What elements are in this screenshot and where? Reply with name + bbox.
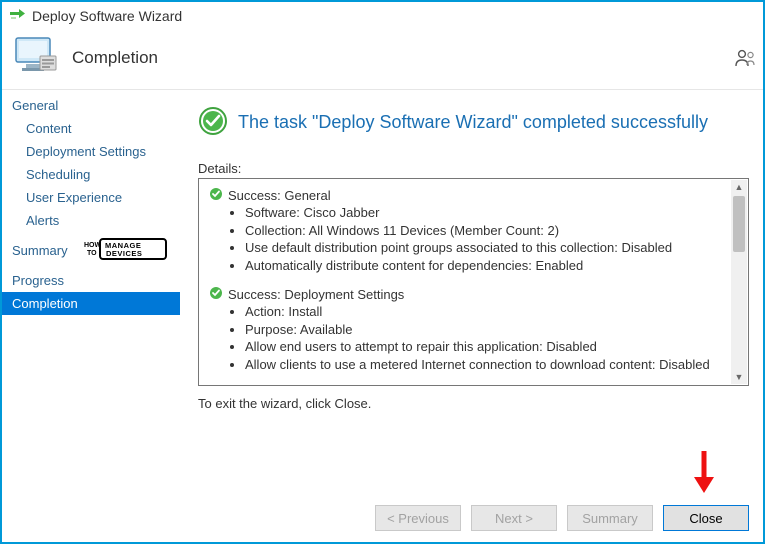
check-icon (209, 286, 223, 303)
detail-item: Allow end users to attempt to repair thi… (245, 338, 726, 356)
group-title: Success: General (228, 188, 331, 203)
sidebar-item-completion[interactable]: Completion (2, 292, 180, 315)
footer: < Previous Next > Summary Close (2, 500, 763, 542)
details-box: Success: General Software: Cisco Jabber … (198, 178, 749, 386)
window-title: Deploy Software Wizard (32, 8, 182, 24)
sidebar-item-alerts[interactable]: Alerts (2, 209, 180, 232)
main-panel: The task "Deploy Software Wizard" comple… (180, 90, 763, 494)
sidebar-item-user-experience[interactable]: User Experience (2, 186, 180, 209)
svg-text:HOW: HOW (84, 242, 102, 249)
sidebar: General Content Deployment Settings Sche… (2, 90, 180, 494)
detail-item: Use default distribution point groups as… (245, 239, 726, 257)
group-title: Success: Deployment Settings (228, 287, 404, 302)
details-scrollbar[interactable]: ▲ ▼ (731, 180, 747, 384)
detail-item: Software: Cisco Jabber (245, 204, 726, 222)
details-label: Details: (198, 161, 749, 176)
summary-button: Summary (567, 505, 653, 531)
detail-item: Allow clients to use a metered Internet … (245, 356, 726, 374)
next-button: Next > (471, 505, 557, 531)
wizard-arrow-icon (10, 8, 26, 25)
exit-instruction: To exit the wizard, click Close. (198, 396, 749, 411)
detail-item: Automatically distribute content for dep… (245, 257, 726, 275)
previous-button: < Previous (375, 505, 461, 531)
scroll-up-icon[interactable]: ▲ (734, 182, 744, 192)
check-icon (209, 385, 223, 386)
details-group-general: Success: General Software: Cisco Jabber … (209, 187, 726, 274)
svg-text:TO: TO (87, 250, 97, 257)
svg-text:DEVICES: DEVICES (106, 249, 142, 258)
titlebar: Deploy Software Wizard (2, 2, 763, 30)
people-icon (735, 48, 757, 71)
check-icon (209, 187, 223, 204)
sidebar-item-progress[interactable]: Progress (2, 269, 180, 292)
detail-item: Collection: All Windows 11 Devices (Memb… (245, 222, 726, 240)
details-group-deployment: Success: Deployment Settings Action: Ins… (209, 286, 726, 373)
sidebar-item-deployment-settings[interactable]: Deployment Settings (2, 140, 180, 163)
detail-item: Action: Install (245, 303, 726, 321)
scroll-down-icon[interactable]: ▼ (734, 372, 744, 382)
details-group-application: Success: Application Settings (retrieved… (209, 385, 726, 386)
success-check-icon (198, 106, 228, 139)
watermark-badge: HOW TO MANAGE DEVICES (82, 238, 168, 263)
sidebar-item-general[interactable]: General (2, 94, 180, 117)
monitor-icon (14, 36, 58, 79)
sidebar-item-scheduling[interactable]: Scheduling (2, 163, 180, 186)
status-text: The task "Deploy Software Wizard" comple… (238, 112, 708, 133)
close-button[interactable]: Close (663, 505, 749, 531)
scroll-thumb[interactable] (733, 196, 745, 252)
detail-item: Purpose: Available (245, 321, 726, 339)
sidebar-item-content[interactable]: Content (2, 117, 180, 140)
sidebar-item-summary[interactable]: Summary HOW TO MANAGE DEVICES (2, 232, 180, 269)
page-heading: Completion (72, 48, 158, 68)
sidebar-item-summary-label: Summary (12, 243, 68, 258)
header: Completion (2, 30, 763, 91)
